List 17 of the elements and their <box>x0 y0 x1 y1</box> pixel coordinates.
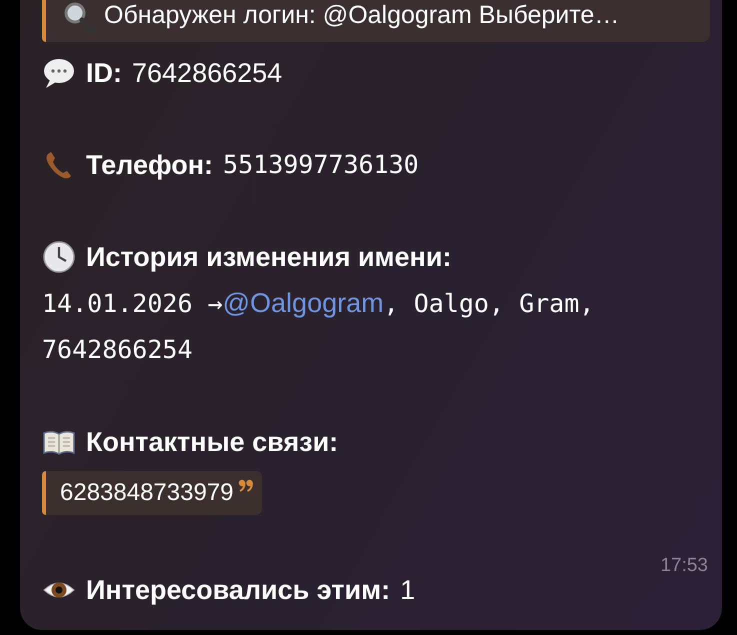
field-label: Контактные связи: <box>86 426 338 459</box>
history-text: 14.01.2026 → <box>42 289 223 318</box>
field-label: Интересовались этим: <box>86 574 390 607</box>
field-value: 1 <box>400 574 416 607</box>
message-time: 17:53 <box>660 554 708 578</box>
reply-text: Обнаружен логин: @Oalgogram Выберите… <box>104 0 620 30</box>
clock-icon <box>42 240 76 274</box>
field-value: 7642866254 <box>132 57 282 90</box>
field-label: ID: <box>86 57 122 90</box>
history-text: 7642866254 <box>42 334 194 366</box>
field-value: 5513997736130 <box>223 149 419 181</box>
speech-bubble-icon <box>42 56 76 90</box>
history-text: , Oalgo, Gram, <box>384 289 594 318</box>
username-link[interactable]: @Oalgogram <box>222 288 384 318</box>
field-label: Телефон: <box>86 149 214 182</box>
field-label: История изменения имени: <box>86 241 452 274</box>
contact-number: 6283848733979 <box>60 478 234 508</box>
